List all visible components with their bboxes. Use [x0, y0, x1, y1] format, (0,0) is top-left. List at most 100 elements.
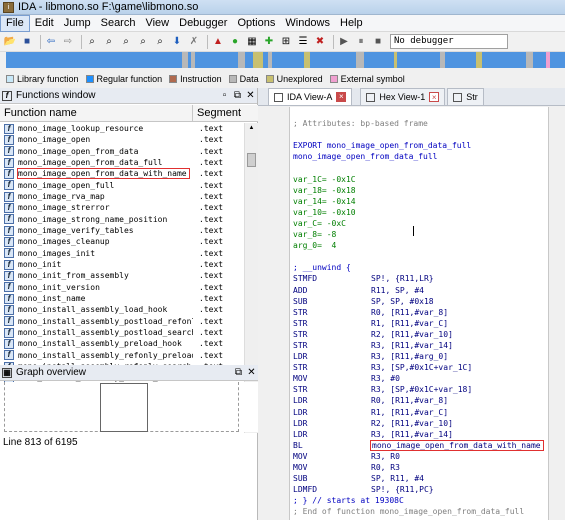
function-row[interactable]: f mono_image_rva_map .text: [0, 191, 244, 202]
function-icon: f: [4, 316, 14, 327]
search-immediate-icon[interactable]: ⌕: [136, 35, 150, 49]
tab-view-icon: [274, 92, 283, 102]
open-file-icon[interactable]: 📂: [3, 35, 17, 49]
function-row[interactable]: f mono_init_version .text: [0, 282, 244, 293]
tab-close-icon[interactable]: ×: [429, 92, 440, 102]
function-row[interactable]: f mono_image_lookup_resource .text: [0, 123, 244, 134]
disasm-instruction: MOV R0, R3: [290, 462, 548, 473]
graph-icon[interactable]: ▦: [245, 35, 259, 49]
function-row[interactable]: f mono_install_assembly_postload_refonly_…: [0, 316, 244, 327]
graph-overview-node[interactable]: [100, 383, 148, 432]
disasm-instruction: MOV R3, #0: [290, 373, 548, 384]
tab-view-icon: [453, 92, 463, 102]
warning-icon[interactable]: ▲: [211, 35, 225, 49]
forward-arrow-icon[interactable]: ⇨: [61, 35, 75, 49]
instruction-mnemonic: LDR: [293, 429, 308, 439]
ida-app-icon: i: [3, 1, 14, 13]
tab-hex-view-1[interactable]: Hex View-1 ×: [360, 88, 446, 105]
function-segment: .text: [199, 146, 224, 156]
search-text-icon[interactable]: ⌕: [102, 35, 116, 49]
function-icon: f: [4, 180, 14, 191]
function-name: mono_install_assembly_postload_search_: [18, 328, 193, 338]
disasm-instruction: MOV R3, R0: [290, 451, 548, 462]
ida-view-pane: IDA View-A × Hex View-1 × Str ; Attributes: …: [258, 88, 565, 520]
column-segment[interactable]: Segment: [193, 107, 241, 119]
function-row[interactable]: f mono_image_open_from_data_full .text: [0, 157, 244, 168]
function-row[interactable]: f mono_install_assembly_refonly_preload_.…: [0, 350, 244, 361]
back-arrow-icon[interactable]: ⇦: [44, 35, 58, 49]
menu-search[interactable]: Search: [96, 16, 141, 31]
list-icon[interactable]: ☰: [296, 35, 310, 49]
menu-debugger[interactable]: Debugger: [174, 16, 232, 31]
graph-overview[interactable]: [0, 382, 258, 432]
close-red-icon[interactable]: ✖: [313, 35, 327, 49]
menu-view[interactable]: View: [140, 16, 174, 31]
function-icon: f: [4, 327, 14, 338]
menu-options[interactable]: Options: [232, 16, 280, 31]
function-row[interactable]: f mono_init .text: [0, 259, 244, 270]
function-row[interactable]: f mono_image_open_full .text: [0, 180, 244, 191]
function-row[interactable]: f mono_install_assembly_load_hook .text: [0, 304, 244, 315]
function-row[interactable]: f mono_image_strong_name_position .text: [0, 214, 244, 225]
function-row[interactable]: f mono_image_strerror .text: [0, 202, 244, 213]
function-row[interactable]: f mono_inst_name .text: [0, 293, 244, 304]
binoculars-icon[interactable]: ⌕: [85, 35, 99, 49]
scroll-thumb[interactable]: [247, 153, 256, 167]
close-pane-icon[interactable]: ✕: [245, 367, 258, 378]
disasm-export: EXPORT mono_image_open_from_data_full: [293, 141, 472, 151]
function-icon: f: [4, 259, 14, 270]
function-icon: f: [4, 248, 14, 259]
close-icon[interactable]: ▫: [218, 90, 231, 101]
menu-windows[interactable]: Windows: [280, 16, 335, 31]
tab-str[interactable]: Str: [447, 88, 484, 105]
scroll-up-icon[interactable]: ▲: [247, 124, 256, 133]
close-pane-icon[interactable]: ✕: [244, 90, 257, 101]
pause-icon[interactable]: ⏸: [354, 35, 368, 49]
legend-item: Regular function: [85, 74, 162, 84]
menu-jump[interactable]: Jump: [59, 16, 96, 31]
search-sequence-icon[interactable]: ⌕: [119, 35, 133, 49]
functions-window-header: f Functions window ▫ ⧉ ✕: [0, 88, 257, 104]
function-segment: .text: [199, 282, 224, 292]
green-circle-icon[interactable]: ●: [228, 35, 242, 49]
menu-edit[interactable]: Edit: [30, 16, 59, 31]
function-row[interactable]: f mono_images_cleanup .text: [0, 236, 244, 247]
float-icon[interactable]: ⧉: [232, 367, 245, 378]
tab-ida-view-a[interactable]: IDA View-A ×: [268, 88, 353, 105]
disasm-instruction: LDR R3, [R11,#arg_0]: [290, 351, 548, 362]
function-row[interactable]: f mono_image_verify_tables .text: [0, 225, 244, 236]
play-icon[interactable]: ▶: [337, 35, 351, 49]
menu-help[interactable]: Help: [335, 16, 368, 31]
function-row[interactable]: f mono_image_open_from_data .text: [0, 146, 244, 157]
debugger-select[interactable]: No debugger: [390, 34, 508, 49]
function-row[interactable]: f mono_image_open .text: [0, 134, 244, 145]
float-icon[interactable]: ⧉: [231, 90, 244, 101]
column-function-name[interactable]: Function name: [0, 104, 193, 122]
ida-view-scrollbar[interactable]: [549, 107, 565, 520]
undefine-icon[interactable]: ✗: [187, 35, 201, 49]
structure-icon[interactable]: ⊞: [279, 35, 293, 49]
disasm-stack-var: var_14= -0x14: [293, 196, 356, 206]
function-row[interactable]: f mono_install_assembly_preload_hook .text: [0, 338, 244, 349]
menu-file[interactable]: File: [0, 14, 30, 32]
disasm-instruction: LDR R1, [R11,#var_C]: [290, 407, 548, 418]
function-row[interactable]: f mono_images_init .text: [0, 248, 244, 259]
down-arrow-icon[interactable]: ⬇: [170, 35, 184, 49]
ida-view-a[interactable]: ; Attributes: bp-based frame EXPORT mono_…: [289, 107, 549, 520]
function-row[interactable]: f mono_init_from_assembly .text: [0, 270, 244, 281]
disassembly-listing: ; Attributes: bp-based frame EXPORT mono_…: [290, 107, 548, 517]
arrows-gutter: [258, 107, 289, 520]
tab-close-icon[interactable]: ×: [336, 92, 347, 102]
function-segment: .text: [199, 214, 224, 224]
function-row[interactable]: f mono_image_open_from_data_with_name .tex…: [0, 168, 244, 180]
stop-icon[interactable]: ■: [371, 35, 385, 49]
disasm-blank-line: [290, 162, 548, 173]
disasm-end-unwind: ; } // starts at 19308C: [293, 496, 404, 506]
search-next-icon[interactable]: ⌕: [153, 35, 167, 49]
save-icon[interactable]: ■: [20, 35, 34, 49]
add-icon[interactable]: ✚: [262, 35, 276, 49]
navigation-band[interactable]: [6, 52, 565, 68]
instruction-operands: SP!, {R11,LR}: [371, 274, 434, 284]
function-segment: .text: [199, 169, 224, 179]
function-row[interactable]: f mono_install_assembly_postload_search_.…: [0, 327, 244, 338]
